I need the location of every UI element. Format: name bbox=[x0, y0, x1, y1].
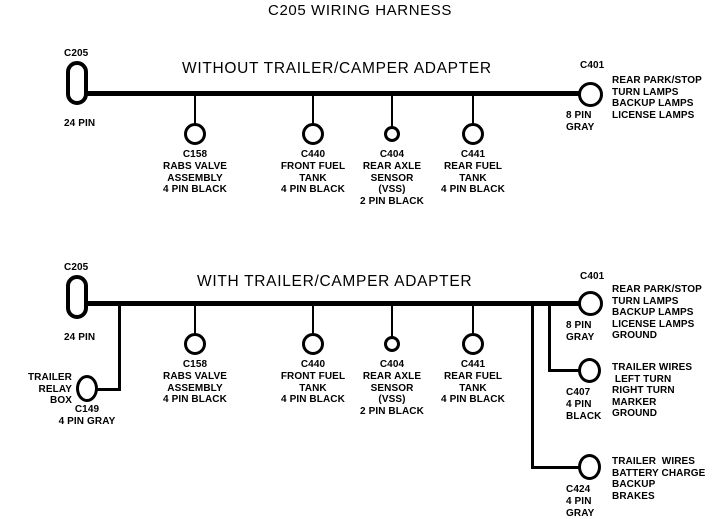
connector-name-c424: C424 bbox=[566, 484, 591, 495]
branch-run-c424 bbox=[531, 466, 583, 469]
connector-name-c205-top: C205 bbox=[64, 48, 89, 59]
connector-desc-c158-top: RABS VALVE ASSEMBLY 4 PIN BLACK bbox=[163, 161, 227, 196]
page-title: C205 WIRING HARNESS bbox=[268, 2, 452, 19]
connector-c205-top[interactable] bbox=[66, 61, 88, 105]
connector-desc-c149: TRAILER RELAY BOX bbox=[27, 372, 72, 407]
connector-c407[interactable] bbox=[578, 358, 601, 383]
connector-pins-c401-top: 8 PIN GRAY bbox=[566, 110, 595, 133]
branch-drop-c440-bottom bbox=[312, 304, 314, 334]
connector-c149[interactable] bbox=[76, 375, 98, 402]
wiring-diagram-canvas: C205 WIRING HARNESS WITHOUT TRAILER/CAMP… bbox=[0, 0, 720, 519]
connector-desc-c441-bottom: REAR FUEL TANK 4 PIN BLACK bbox=[441, 371, 505, 406]
branch-drop-c441-top bbox=[472, 94, 474, 124]
connector-name-c205-bottom: C205 bbox=[64, 262, 89, 273]
connector-c440-bottom[interactable] bbox=[302, 333, 324, 355]
connector-circuits-c407: TRAILER WIRES LEFT TURN RIGHT TURN MARKE… bbox=[612, 362, 693, 420]
connector-name-c401-top: C401 bbox=[580, 60, 605, 71]
connector-c158-bottom[interactable] bbox=[184, 333, 206, 355]
connector-circuits-c401-bottom: REAR PARK/STOP TURN LAMPS BACKUP LAMPS L… bbox=[612, 284, 702, 342]
connector-name-c149: C149 bbox=[74, 404, 100, 415]
connector-pins-c205-top: 24 PIN bbox=[64, 118, 96, 129]
connector-c404-top[interactable] bbox=[384, 126, 400, 142]
connector-pins-c424: 4 PIN GRAY bbox=[566, 496, 595, 519]
connector-pins-c401-bottom: 8 PIN GRAY bbox=[566, 320, 595, 343]
connector-c440-top[interactable] bbox=[302, 123, 324, 145]
connector-c205-bottom[interactable] bbox=[66, 275, 88, 319]
connector-pins-c149: 4 PIN GRAY bbox=[58, 416, 116, 427]
connector-c401-top[interactable] bbox=[578, 82, 603, 107]
connector-name-c401-bottom: C401 bbox=[580, 271, 605, 282]
connector-name-c158-bottom: C158 bbox=[182, 359, 208, 370]
main-bus-bottom bbox=[86, 301, 583, 306]
connector-pins-c407: 4 PIN BLACK bbox=[566, 399, 602, 422]
connector-c441-top[interactable] bbox=[462, 123, 484, 145]
connector-c158-top[interactable] bbox=[184, 123, 206, 145]
branch-drop-c441-bottom bbox=[472, 304, 474, 334]
connector-c424[interactable] bbox=[578, 454, 601, 480]
branch-drop-c407 bbox=[548, 304, 551, 372]
branch-drop-c404-top bbox=[391, 94, 393, 127]
branch-drop-c158-bottom bbox=[194, 304, 196, 334]
connector-name-c441-top: C441 bbox=[460, 149, 486, 160]
branch-drop-c424 bbox=[531, 304, 534, 469]
main-bus-top bbox=[86, 91, 583, 96]
connector-name-c407: C407 bbox=[566, 387, 591, 398]
connector-desc-c158-bottom: RABS VALVE ASSEMBLY 4 PIN BLACK bbox=[163, 371, 227, 406]
branch-drop-c149 bbox=[118, 304, 121, 391]
branch-drop-c158-top bbox=[194, 94, 196, 124]
connector-c441-bottom[interactable] bbox=[462, 333, 484, 355]
branch-drop-c440-top bbox=[312, 94, 314, 124]
connector-desc-c441-top: REAR FUEL TANK 4 PIN BLACK bbox=[441, 161, 505, 196]
connector-circuits-c401-top: REAR PARK/STOP TURN LAMPS BACKUP LAMPS L… bbox=[612, 75, 702, 121]
section-title-with-adapter: WITH TRAILER/CAMPER ADAPTER bbox=[197, 273, 473, 290]
connector-name-c441-bottom: C441 bbox=[460, 359, 486, 370]
connector-name-c158-top: C158 bbox=[182, 149, 208, 160]
connector-circuits-c424: TRAILER WIRES BATTERY CHARGE BACKUP BRAK… bbox=[612, 456, 706, 502]
connector-pins-c205-bottom: 24 PIN bbox=[64, 332, 96, 343]
connector-c404-bottom[interactable] bbox=[384, 336, 400, 352]
connector-c401-bottom[interactable] bbox=[578, 291, 603, 316]
section-title-without-adapter: WITHOUT TRAILER/CAMPER ADAPTER bbox=[182, 60, 492, 77]
branch-drop-c404-bottom bbox=[391, 304, 393, 337]
